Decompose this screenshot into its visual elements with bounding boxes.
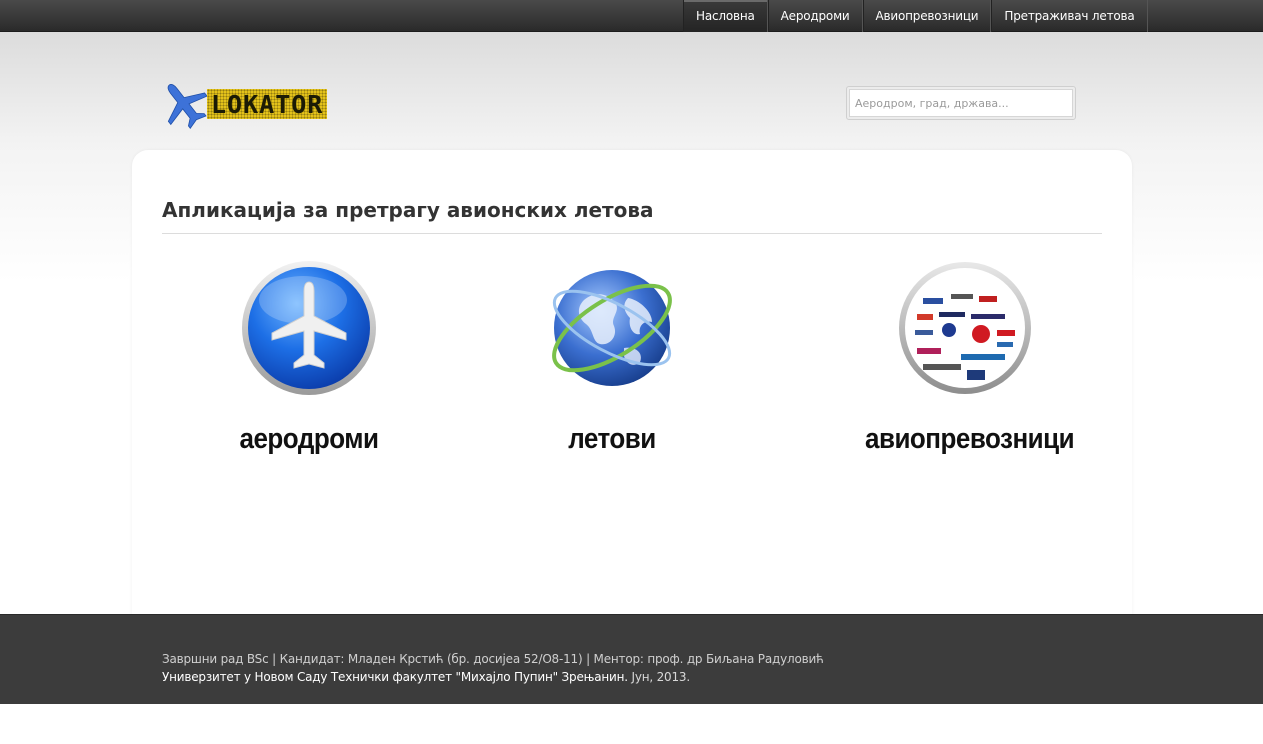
main-content-card: Апликација за претрагу авионских летова … [132, 150, 1132, 620]
nav-item-home[interactable]: Насловна [683, 0, 768, 32]
footer: Завршни рад BSc | Кандидат: Младен Крсти… [0, 614, 1263, 704]
feature-label-flights: летови [568, 421, 656, 455]
footer-university: Универзитет у Новом Саду Технички факулт… [162, 670, 690, 684]
top-navigation-bar: Насловна Аеродроми Авиопревозници Претра… [0, 0, 1263, 32]
nav-item-airports[interactable]: Аеродроми [767, 0, 863, 32]
airplane-icon [167, 84, 208, 129]
search-box [846, 86, 1076, 120]
feature-flights[interactable]: летови [532, 260, 692, 454]
airplane-circle-icon [242, 261, 376, 395]
feature-label-airlines: авиопревозници [865, 421, 1075, 455]
logo-text: LOKATOR [207, 89, 328, 119]
feature-label-airports: аеродроми [239, 421, 379, 455]
search-input[interactable] [849, 89, 1073, 117]
page-title: Апликација за претрагу авионских летова [162, 198, 1102, 234]
feature-airlines[interactable]: авиопревозници [865, 260, 1075, 455]
main-nav: Насловна Аеродроми Авиопревозници Претра… [683, 0, 1148, 32]
footer-university-name: Универзитет у Новом Саду Технички факулт… [162, 670, 628, 684]
feature-airports[interactable]: аеродроми [229, 260, 389, 454]
globe-icon [552, 270, 672, 386]
site-logo[interactable]: LOKATOR [157, 77, 357, 131]
nav-item-flight-search[interactable]: Претраживач летова [991, 0, 1148, 32]
airlines-logos-icon [899, 262, 1031, 394]
footer-credits: Завршни рад BSc | Кандидат: Младен Крсти… [162, 652, 824, 666]
footer-date: Јун, 2013. [627, 670, 691, 684]
nav-item-airlines[interactable]: Авиопревозници [862, 0, 992, 32]
